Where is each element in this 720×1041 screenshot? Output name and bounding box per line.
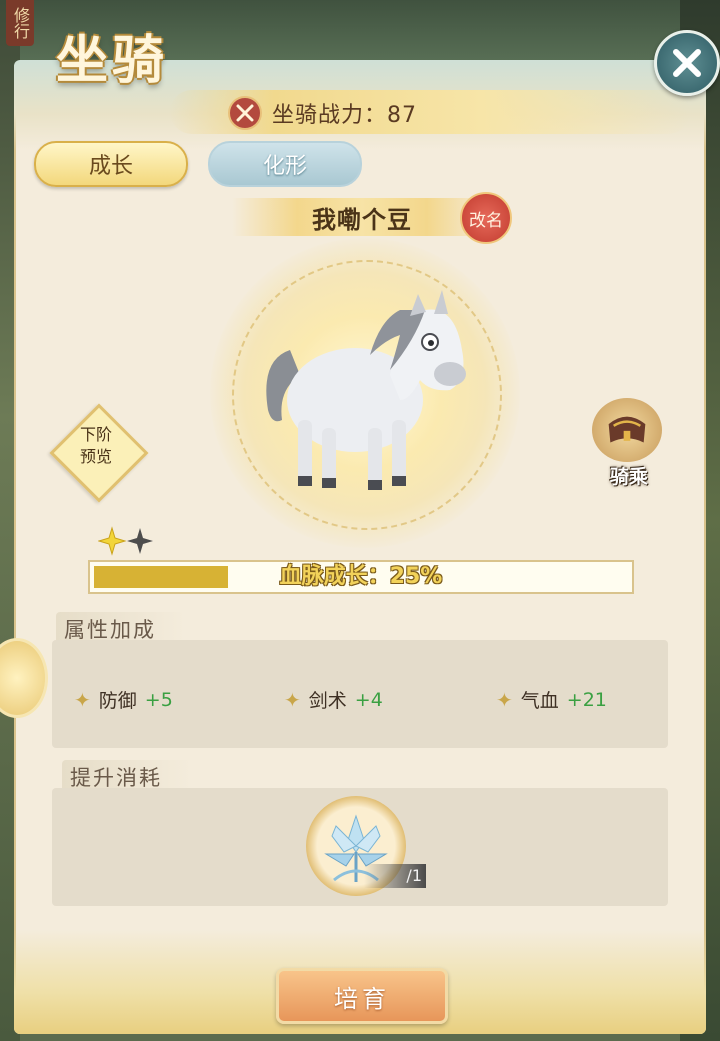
bloodline-growth-bar: 血脉成长：25% xyxy=(88,560,634,594)
attribute-value: +4 xyxy=(354,688,383,711)
page-title: 坐骑 xyxy=(56,30,169,91)
attribute-vitality: ✦ 气血 +21 xyxy=(496,686,607,713)
next-stage-preview-label: 下阶 预览 xyxy=(79,425,112,466)
attribute-name: 剑术 xyxy=(308,690,347,712)
bloodline-growth-label: 血脉成长：25% xyxy=(279,564,443,589)
sparkle-icon: ✦ xyxy=(74,687,91,712)
attribute-swordsmanship: ✦ 剑术 +4 xyxy=(284,686,383,713)
star-icons xyxy=(98,526,153,556)
close-icon xyxy=(673,49,701,77)
tab-growth[interactable]: 成长 xyxy=(34,141,188,187)
cost-item-count: /1 xyxy=(364,864,426,888)
attribute-name: 防御 xyxy=(98,690,137,712)
mount-power: 坐骑战力：87 xyxy=(228,96,417,130)
crossed-swords-icon xyxy=(228,96,262,130)
rename-button[interactable]: 改名 xyxy=(460,192,512,244)
horse-icon xyxy=(266,290,466,490)
mount-name-plate: 我嘞个豆 xyxy=(232,198,492,236)
practice-tab[interactable]: 修行 xyxy=(6,0,34,46)
mount-name: 我嘞个豆 xyxy=(312,205,412,234)
attribute-defense: ✦ 防御 +5 xyxy=(74,686,173,713)
star-rating xyxy=(98,526,154,556)
attribute-name: 气血 xyxy=(520,690,559,712)
tab-transform[interactable]: 化形 xyxy=(208,141,362,187)
attribute-value: +21 xyxy=(566,688,607,711)
sparkle-icon: ✦ xyxy=(284,687,301,712)
nurture-button[interactable]: 培育 xyxy=(276,968,448,1024)
sparkle-icon: ✦ xyxy=(496,687,513,712)
ride-label[interactable]: 骑乘 xyxy=(598,462,660,489)
mount-power-label: 坐骑战力：87 xyxy=(272,103,417,128)
saddle-icon[interactable] xyxy=(592,398,662,462)
attribute-value: +5 xyxy=(144,688,173,711)
close-button[interactable] xyxy=(654,30,720,96)
